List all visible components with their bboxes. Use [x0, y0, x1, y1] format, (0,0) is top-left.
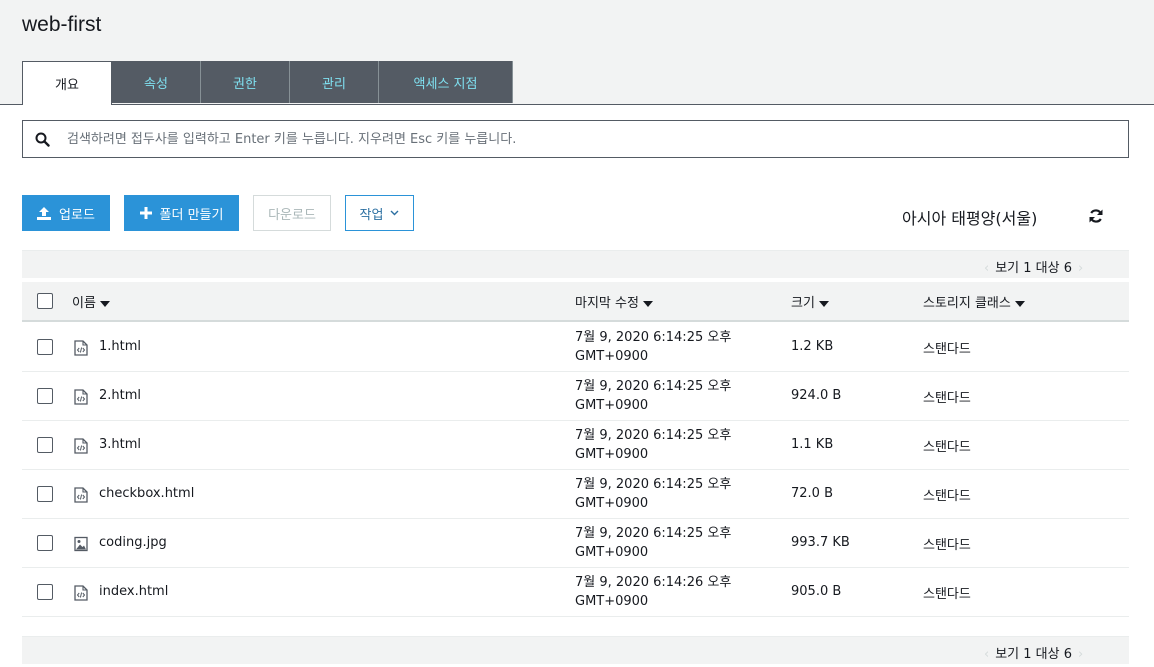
- table-row[interactable]: checkbox.html 7월 9, 2020 6:14:25 오후 GMT+09…: [22, 470, 1129, 519]
- image-file-icon: [74, 536, 88, 556]
- tab-properties[interactable]: 속성: [112, 61, 201, 103]
- upload-icon: [37, 206, 52, 220]
- last-modified-cell: 7월 9, 2020 6:14:25 오후 GMT+0900: [575, 330, 732, 364]
- table-row[interactable]: coding.jpg 7월 9, 2020 6:14:25 오후 GMT+0900 9…: [22, 519, 1129, 568]
- plus-icon: [139, 207, 152, 219]
- region-label: 아시아 태평양(서울): [902, 209, 1038, 228]
- size-cell: 905.0 B: [791, 584, 842, 599]
- storage-class-cell: 스탠다드: [923, 587, 971, 602]
- file-name-link[interactable]: 1.html: [99, 339, 141, 354]
- actions-label: 작업: [359, 207, 384, 223]
- table-row[interactable]: 3.html 7월 9, 2020 6:14:25 오후 GMT+0900 1.1 K…: [22, 421, 1129, 470]
- row-checkbox[interactable]: [37, 388, 53, 404]
- sort-caret-icon: [99, 300, 110, 307]
- tab-management[interactable]: 관리: [290, 61, 379, 103]
- file-name-link[interactable]: checkbox.html: [99, 486, 194, 501]
- sort-caret-icon: [642, 300, 653, 307]
- file-name-link[interactable]: index.html: [99, 584, 168, 599]
- size-cell: 993.7 KB: [791, 535, 850, 550]
- last-modified-cell: 7월 9, 2020 6:14:25 오후 GMT+0900: [575, 526, 732, 560]
- table-row[interactable]: index.html 7월 9, 2020 6:14:26 오후 GMT+0900 9…: [22, 568, 1129, 617]
- search-box: [22, 120, 1129, 158]
- prev-page-icon[interactable]: ‹: [984, 647, 989, 662]
- chevron-down-icon: [390, 210, 399, 216]
- last-modified-cell: 7월 9, 2020 6:14:26 오후 GMT+0900: [575, 575, 732, 609]
- file-name-link[interactable]: coding.jpg: [99, 535, 167, 550]
- pagination-text: 보기 1 대상 6: [995, 261, 1072, 276]
- size-cell: 924.0 B: [791, 388, 842, 403]
- pagination-text: 보기 1 대상 6: [995, 647, 1072, 662]
- last-modified-cell: 7월 9, 2020 6:14:25 오후 GMT+0900: [575, 428, 732, 462]
- column-last-modified[interactable]: 마지막 수정: [575, 292, 653, 311]
- pagination-bottom: ‹ 보기 1 대상 6 ›: [22, 636, 1129, 664]
- size-cell: 72.0 B: [791, 486, 833, 501]
- column-storage-class[interactable]: 스토리지 클래스: [923, 292, 1025, 311]
- sort-caret-icon: [1014, 300, 1025, 307]
- storage-class-cell: 스탠다드: [923, 391, 971, 406]
- pagination-top: ‹ 보기 1 대상 6 ›: [22, 250, 1129, 278]
- file-name-link[interactable]: 3.html: [99, 437, 141, 452]
- row-checkbox[interactable]: [37, 584, 53, 600]
- refresh-icon[interactable]: [1088, 208, 1104, 228]
- last-modified-cell: 7월 9, 2020 6:14:25 오후 GMT+0900: [575, 477, 732, 511]
- download-button[interactable]: 다운로드: [253, 195, 331, 231]
- html-file-icon: [74, 585, 88, 605]
- last-modified-cell: 7월 9, 2020 6:14:25 오후 GMT+0900: [575, 379, 732, 413]
- table-header: 이름 마지막 수정 크기 스토리지 클래스: [22, 282, 1129, 322]
- html-file-icon: [74, 438, 88, 458]
- tab-bar: 개요 속성 권한 관리 액세스 지점: [22, 61, 513, 105]
- storage-class-cell: 스탠다드: [923, 489, 971, 504]
- row-checkbox[interactable]: [37, 437, 53, 453]
- column-size[interactable]: 크기: [791, 292, 829, 311]
- tab-permissions[interactable]: 권한: [201, 61, 290, 103]
- create-folder-button[interactable]: 폴더 만들기: [124, 195, 239, 231]
- next-page-icon[interactable]: ›: [1078, 261, 1083, 276]
- storage-class-cell: 스탠다드: [923, 342, 971, 357]
- upload-button[interactable]: 업로드: [22, 195, 110, 231]
- row-checkbox[interactable]: [37, 486, 53, 502]
- table-row[interactable]: 1.html 7월 9, 2020 6:14:25 오후 GMT+0900 1.2 K…: [22, 323, 1129, 372]
- html-file-icon: [74, 487, 88, 507]
- search-input[interactable]: [67, 129, 1107, 149]
- size-cell: 1.2 KB: [791, 339, 834, 354]
- file-name-link[interactable]: 2.html: [99, 388, 141, 403]
- sort-caret-icon: [818, 300, 829, 307]
- select-all-checkbox[interactable]: [37, 293, 53, 309]
- tab-access-points[interactable]: 액세스 지점: [379, 61, 513, 103]
- upload-label: 업로드: [59, 207, 95, 223]
- html-file-icon: [74, 340, 88, 360]
- page-title: web-first: [22, 13, 102, 36]
- tab-overview[interactable]: 개요: [22, 61, 112, 105]
- html-file-icon: [74, 389, 88, 409]
- prev-page-icon[interactable]: ‹: [984, 261, 989, 276]
- size-cell: 1.1 KB: [791, 437, 834, 452]
- search-icon: [35, 132, 50, 151]
- row-checkbox[interactable]: [37, 339, 53, 355]
- table-row[interactable]: 2.html 7월 9, 2020 6:14:25 오후 GMT+0900 924.0…: [22, 372, 1129, 421]
- storage-class-cell: 스탠다드: [923, 440, 971, 455]
- create-folder-label: 폴더 만들기: [159, 207, 224, 223]
- storage-class-cell: 스탠다드: [923, 538, 971, 553]
- row-checkbox[interactable]: [37, 535, 53, 551]
- header-area: web-first 개요 속성 권한 관리 액세스 지점: [0, 0, 1154, 105]
- column-name[interactable]: 이름: [72, 292, 110, 311]
- next-page-icon[interactable]: ›: [1078, 647, 1083, 662]
- actions-dropdown[interactable]: 작업: [345, 195, 414, 231]
